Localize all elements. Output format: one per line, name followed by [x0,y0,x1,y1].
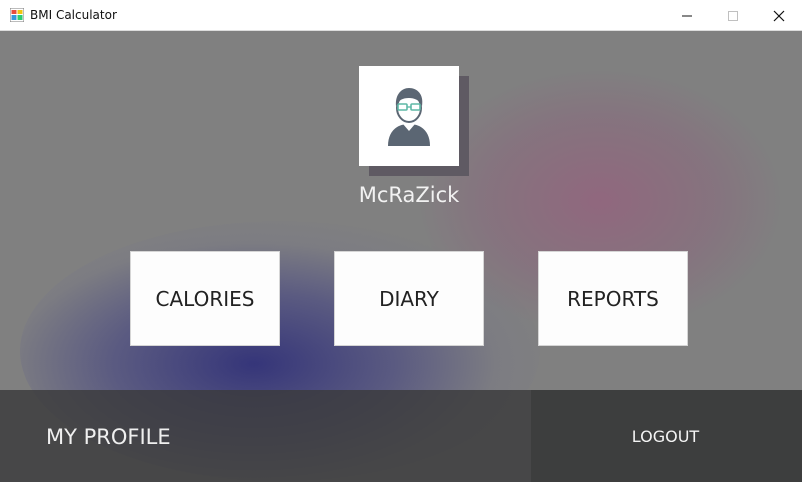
diary-button[interactable]: DIARY [334,251,484,346]
title-bar[interactable]: BMI Calculator [0,0,802,31]
reports-button[interactable]: REPORTS [538,251,688,346]
logout-button[interactable]: LOGOUT [531,390,802,482]
minimize-icon [682,15,692,16]
app-window: BMI Calculator McRaZick CALORIES DIARY R… [0,0,802,482]
my-profile-button[interactable]: MY PROFILE [0,390,531,482]
window-title: BMI Calculator [30,8,117,22]
maximize-button[interactable] [710,0,756,31]
user-avatar-icon [388,88,430,146]
close-icon [773,10,785,21]
maximize-icon [728,10,738,21]
my-profile-label: MY PROFILE [46,425,171,449]
close-button[interactable] [756,0,802,31]
calories-button[interactable]: CALORIES [130,251,280,346]
bmi-app-icon [9,7,25,23]
main-content: McRaZick CALORIES DIARY REPORTS MY PROFI… [0,31,802,482]
username-label: McRaZick [358,183,460,207]
minimize-button[interactable] [664,0,710,31]
logout-label: LOGOUT [631,427,700,446]
avatar[interactable] [359,66,459,166]
